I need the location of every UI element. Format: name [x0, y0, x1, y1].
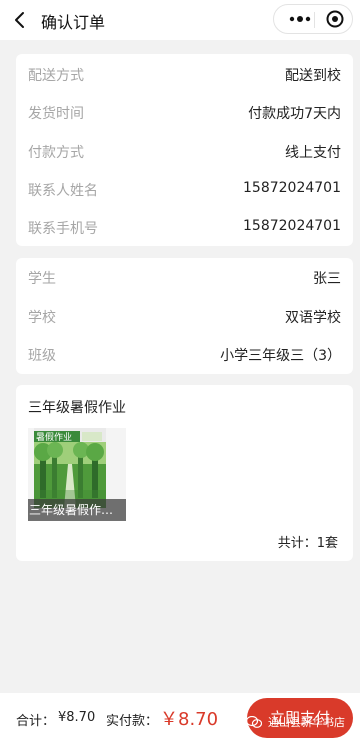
class-label: 班级	[28, 348, 56, 364]
contact-phone-row: 联系手机号 15872024701	[28, 218, 341, 238]
delivery-method-value: 配送到校	[285, 68, 341, 84]
contact-name-row: 联系人姓名 15872024701	[28, 180, 341, 200]
close-mini-program-icon[interactable]	[326, 10, 344, 28]
class-row: 班级 小学三年级三（3）	[28, 345, 341, 365]
actual-payment-label: 实付款：	[106, 714, 159, 729]
contact-phone-label: 联系手机号	[28, 221, 98, 237]
more-options-icon[interactable]	[287, 14, 313, 24]
actual-payment-value: ￥8.70	[160, 709, 219, 730]
subtotal-value: ¥8.70	[58, 710, 96, 725]
ship-time-value: 付款成功7天内	[248, 106, 341, 122]
school-row: 学校 双语学校	[28, 307, 341, 327]
back-arrow-icon[interactable]	[10, 10, 30, 30]
payment-method-row: 付款方式 线上支付	[28, 142, 341, 162]
student-row: 学生 张三	[28, 268, 341, 288]
student-value: 张三	[313, 271, 341, 287]
payment-method-value: 线上支付	[285, 145, 341, 161]
ship-time-label: 发货时间	[28, 106, 84, 122]
navigation-bar: 确认订单	[0, 0, 360, 40]
capsule-divider	[314, 12, 315, 28]
product-card: 三年级暑假作业 暑假作业 三年级暑假作… 共计：1套	[16, 385, 353, 561]
contact-name-label: 联系人姓名	[28, 183, 98, 199]
thumbnail-caption: 三年级暑假作…	[28, 499, 126, 521]
school-label: 学校	[28, 310, 56, 326]
student-label: 学生	[28, 271, 56, 287]
cover-title-text: 暑假作业	[36, 431, 72, 443]
delivery-method-row: 配送方式 配送到校	[28, 65, 341, 85]
wechat-icon	[246, 716, 262, 728]
delivery-info-card: 配送方式 配送到校 发货时间 付款成功7天内 付款方式 线上支付 联系人姓名 1…	[16, 54, 353, 246]
subtotal-label: 合计：	[16, 714, 56, 729]
delivery-method-label: 配送方式	[28, 68, 84, 84]
student-info-card: 学生 张三 学校 双语学校 班级 小学三年级三（3）	[16, 258, 353, 374]
contact-name-value: 15872024701	[243, 180, 341, 196]
school-value: 双语学校	[285, 310, 341, 326]
payment-method-label: 付款方式	[28, 145, 84, 161]
mini-program-capsule	[273, 4, 353, 34]
product-title: 三年级暑假作业	[28, 400, 126, 416]
page-title: 确认订单	[41, 13, 106, 32]
watermark: 通山县新华书店	[246, 713, 345, 731]
watermark-text: 通山县新华书店	[268, 716, 345, 729]
ship-time-row: 发货时间 付款成功7天内	[28, 103, 341, 123]
class-value: 小学三年级三（3）	[220, 348, 341, 364]
quantity-total: 共计：1套	[277, 536, 338, 551]
contact-phone-value: 15872024701	[243, 218, 341, 234]
